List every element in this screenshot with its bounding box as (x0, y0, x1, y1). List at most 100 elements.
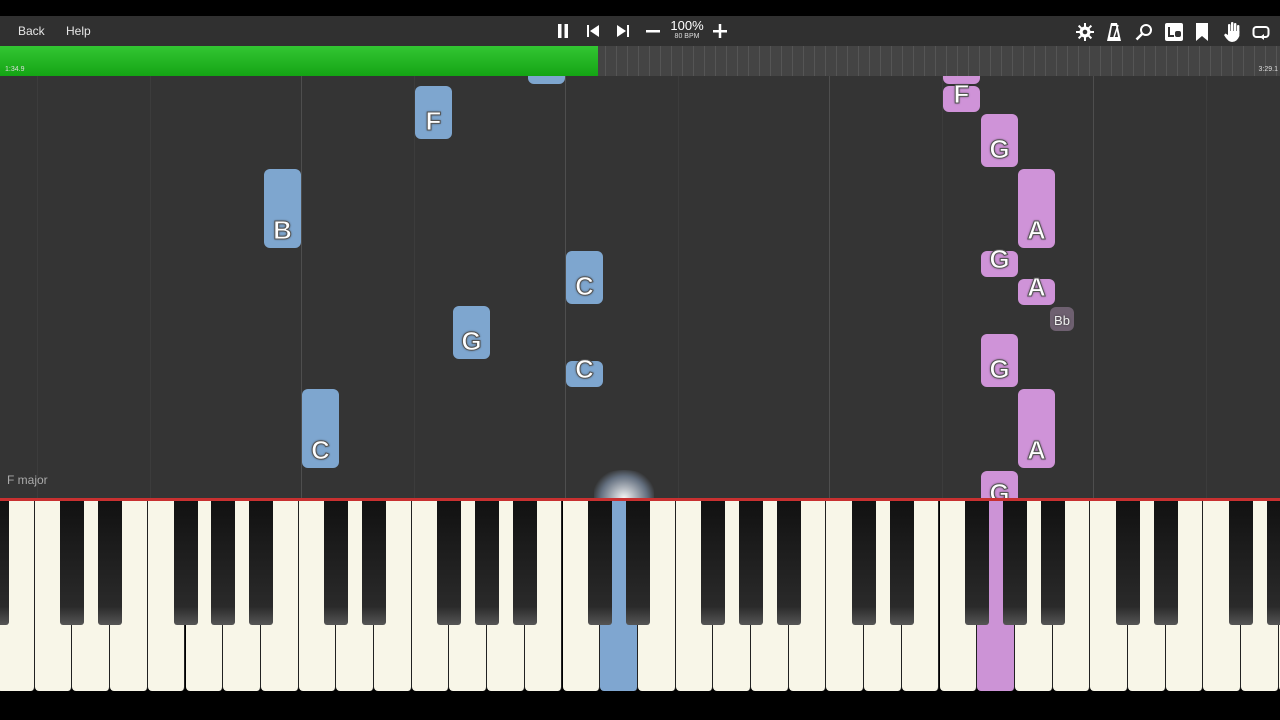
timeline-tick (605, 46, 606, 76)
black-key[interactable] (98, 501, 123, 625)
timeline-tick (1188, 46, 1189, 76)
black-key[interactable] (1153, 501, 1178, 625)
timeline-tick (880, 46, 881, 76)
timeline-tick (979, 46, 980, 76)
black-key[interactable] (889, 501, 914, 625)
black-key[interactable] (1116, 501, 1140, 625)
piano-keyboard (0, 498, 1280, 694)
key-press-glow (594, 470, 654, 498)
timeline-tick (836, 46, 837, 76)
timeline-tick (1254, 46, 1255, 76)
loop-icon[interactable] (1251, 23, 1271, 41)
black-key[interactable] (588, 501, 613, 625)
timeline-tick (913, 46, 914, 76)
key-signature-label: F major (7, 473, 48, 487)
black-key[interactable] (625, 501, 650, 625)
bpm-label: 80 BPM (674, 33, 700, 40)
black-key[interactable] (248, 501, 273, 625)
timeline-tick (1166, 46, 1167, 76)
timeline-tick (660, 46, 661, 76)
black-key[interactable] (1040, 501, 1065, 625)
black-key[interactable] (1229, 501, 1254, 625)
grid-line (37, 76, 38, 498)
black-key[interactable] (437, 501, 462, 625)
plus-icon[interactable] (712, 24, 728, 38)
timeline-tick (858, 46, 859, 76)
timeline-tick (770, 46, 771, 76)
timeline-tick (682, 46, 683, 76)
timeline-tick (1221, 46, 1222, 76)
timeline-tick (1100, 46, 1101, 76)
back-button[interactable]: Back (12, 16, 51, 46)
black-key[interactable] (475, 501, 500, 625)
timeline-tick (1034, 46, 1035, 76)
timeline-tick (1199, 46, 1200, 76)
timeline-tick (1232, 46, 1233, 76)
black-key[interactable] (701, 501, 726, 625)
black-key[interactable] (852, 501, 877, 625)
timeline-tick (671, 46, 672, 76)
note-block-right: A (1018, 169, 1055, 248)
black-key[interactable] (1002, 501, 1027, 625)
black-key[interactable] (211, 501, 236, 625)
total-time: 3:29.1 (1258, 66, 1278, 73)
skip-back-icon[interactable] (586, 24, 600, 38)
speed-percent: 100% (670, 18, 704, 33)
current-time: 1:34.9 (5, 66, 25, 73)
black-key[interactable] (965, 501, 990, 625)
octave-line (829, 76, 830, 498)
timeline-tick (814, 46, 815, 76)
speed-readout: 100% 80 BPM (666, 19, 708, 45)
help-button[interactable]: Help (60, 16, 97, 46)
timeline-tick (968, 46, 969, 76)
timeline-tick (649, 46, 650, 76)
timeline-tick (847, 46, 848, 76)
note-block-right: Bb (1050, 307, 1074, 331)
metronome-icon[interactable] (1106, 22, 1122, 42)
grid-line (150, 76, 151, 498)
timeline-tick (627, 46, 628, 76)
black-key[interactable] (362, 501, 386, 625)
timeline-tick (781, 46, 782, 76)
timeline-tick (1001, 46, 1002, 76)
bookmark-icon[interactable] (1195, 22, 1209, 42)
note-block-right: F (943, 79, 980, 112)
gear-icon[interactable] (1075, 22, 1095, 42)
black-key[interactable] (776, 501, 801, 625)
note-block-right: G (981, 114, 1018, 167)
grid-line (678, 76, 679, 498)
timeline-tick (792, 46, 793, 76)
timeline-tick (1089, 46, 1090, 76)
timeline-tick (693, 46, 694, 76)
black-key[interactable] (512, 501, 537, 625)
black-key[interactable] (739, 501, 763, 625)
note-block-left: C (302, 389, 339, 468)
note-block-left: C (566, 251, 603, 304)
top-toolbar: Back Help 100% 80 BPM (0, 16, 1280, 46)
timeline-tick (1045, 46, 1046, 76)
grid-line (414, 76, 415, 498)
minus-icon[interactable] (645, 24, 661, 38)
black-key[interactable] (173, 501, 198, 625)
magnifier-icon[interactable] (1134, 22, 1154, 42)
note-block-right: G (981, 471, 1018, 498)
skip-forward-icon[interactable] (616, 24, 630, 38)
timeline-bar[interactable]: 1:34.9 3:29.1 (0, 46, 1280, 76)
hand-icon[interactable] (1222, 21, 1242, 42)
timeline-tick (638, 46, 639, 76)
timeline-tick (726, 46, 727, 76)
timeline-tick (1210, 46, 1211, 76)
note-block-right: A (1018, 272, 1055, 305)
black-key[interactable] (0, 501, 9, 625)
note-block-right: G (981, 244, 1018, 277)
note-block-left: F (415, 86, 452, 139)
note-block-right: A (1018, 389, 1055, 468)
black-key[interactable] (60, 501, 85, 625)
black-key[interactable] (1266, 501, 1280, 625)
note-label-icon[interactable] (1164, 22, 1183, 41)
timeline-tick (759, 46, 760, 76)
timeline-tick (748, 46, 749, 76)
pause-icon[interactable] (555, 23, 571, 39)
black-key[interactable] (324, 501, 349, 625)
timeline-progress (0, 46, 598, 76)
